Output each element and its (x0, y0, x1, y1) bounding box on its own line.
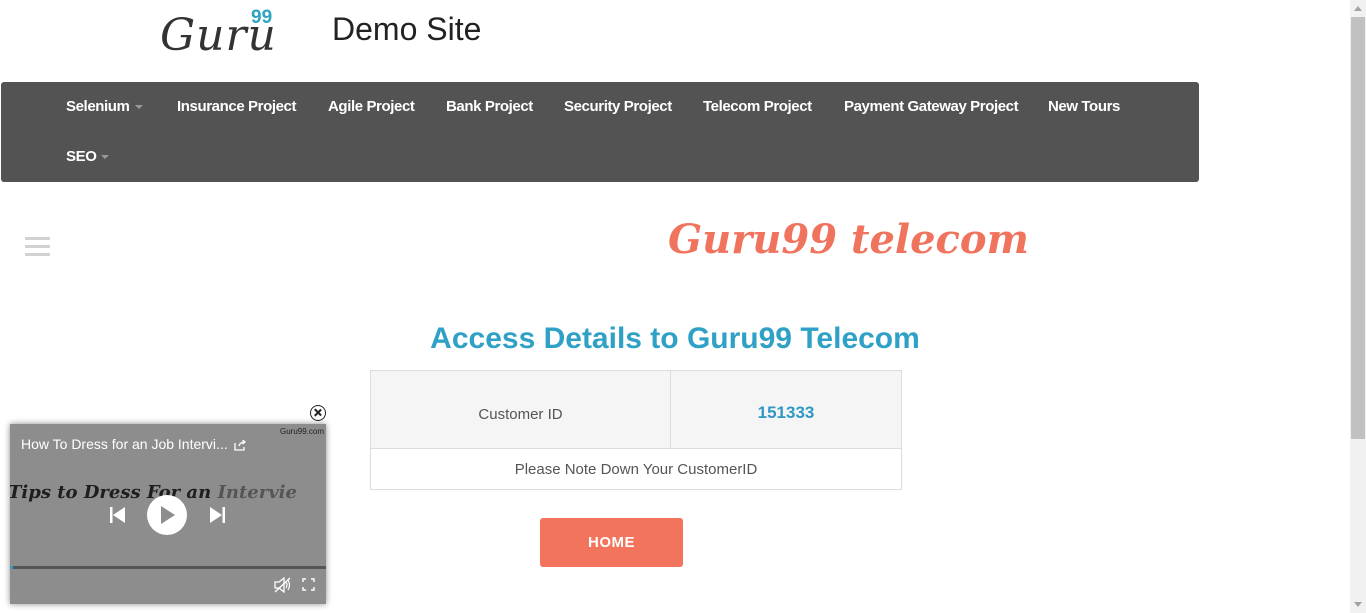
video-progress-bar[interactable] (10, 566, 326, 569)
video-brand: Guru99.com (280, 427, 325, 436)
video-player[interactable]: Tips to Dress For an Intervie Guru99.com… (10, 424, 326, 604)
nav-item-selenium[interactable]: Selenium (66, 98, 143, 115)
nav-item-new-tours[interactable]: New Tours (1048, 98, 1120, 115)
nav-item-payment-gateway-project[interactable]: Payment Gateway Project (844, 98, 1019, 115)
scroll-down-icon[interactable] (1354, 602, 1362, 607)
customer-id-note: Please Note Down Your CustomerID (514, 460, 758, 478)
play-button[interactable] (147, 495, 187, 535)
video-frame-text-faded: Intervie (217, 482, 297, 503)
access-details-table: Customer ID 151333 Please Note Down Your… (370, 370, 902, 490)
nav-item-label: Selenium (66, 98, 130, 115)
customer-id-label: Customer ID (371, 371, 671, 449)
site-title: Demo Site (332, 11, 482, 47)
previous-icon[interactable] (110, 506, 126, 524)
scroll-up-icon[interactable] (1354, 6, 1362, 11)
page-scrollbar[interactable] (1350, 0, 1366, 613)
video-title[interactable]: How To Dress for an Job Intervi... (21, 436, 228, 452)
brand-title: Guru99 telecom (668, 216, 1029, 263)
menu-icon[interactable] (25, 237, 50, 257)
play-icon (161, 506, 175, 524)
nav-item-insurance-project[interactable]: Insurance Project (177, 98, 296, 115)
mute-icon[interactable] (274, 576, 292, 594)
customer-id-value: 151333 (671, 371, 901, 449)
page-heading: Access Details to Guru99 Telecom (430, 322, 920, 355)
nav-item-seo[interactable]: SEO (66, 148, 110, 165)
nav-item-telecom-project[interactable]: Telecom Project (703, 98, 812, 115)
home-button[interactable]: HOME (540, 518, 683, 567)
caret-down-icon (134, 105, 143, 110)
video-progress-fill (10, 566, 13, 569)
fullscreen-icon[interactable] (302, 578, 315, 591)
nav-item-label: SEO (66, 148, 97, 165)
nav-item-agile-project[interactable]: Agile Project (328, 98, 415, 115)
video-frame-text: Tips to Dress For an (10, 482, 218, 503)
scroll-thumb[interactable] (1351, 17, 1365, 439)
main-nav: Selenium Insurance Project Agile Project… (1, 82, 1199, 182)
share-icon[interactable] (234, 438, 247, 451)
nav-item-security-project[interactable]: Security Project (564, 98, 672, 115)
nav-item-bank-project[interactable]: Bank Project (446, 98, 533, 115)
close-circle-icon[interactable] (310, 405, 326, 421)
caret-down-icon (101, 155, 110, 160)
next-icon[interactable] (209, 506, 225, 524)
logo[interactable]: Guru 99 (160, 4, 290, 61)
logo-number: 99 (251, 7, 273, 28)
